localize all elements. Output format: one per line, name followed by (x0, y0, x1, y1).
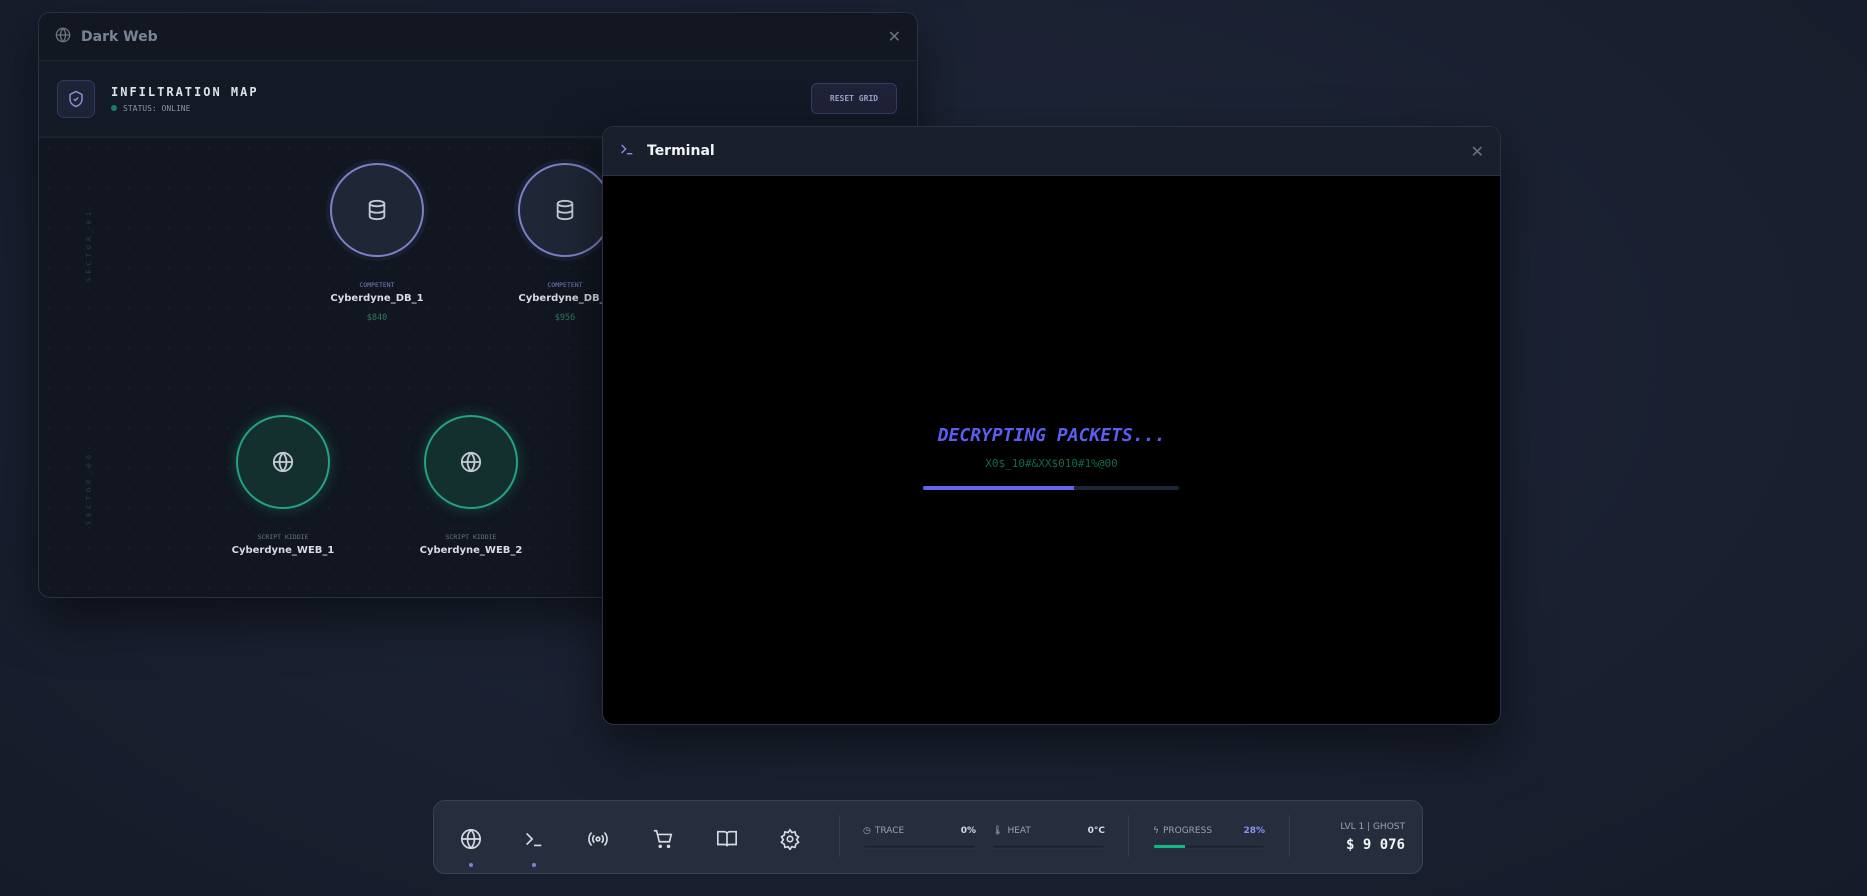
progress-bar (1153, 844, 1265, 849)
globe-icon[interactable] (424, 415, 518, 509)
heat-meter: 🌡︎ HEAT 0°C (992, 826, 1105, 849)
status-dot (111, 105, 117, 111)
decrypt-progress-bar (923, 486, 1179, 490)
heat-value: 0°C (1087, 826, 1105, 836)
trace-meter: ◷ TRACE 0% (863, 826, 976, 849)
progress-meter: ϟ PROGRESS 28% (1153, 826, 1265, 849)
window-header: Dark Web ✕ (39, 13, 917, 61)
node-name: Cyberdyne_WEB_1 (231, 545, 335, 556)
cart-icon[interactable] (649, 825, 677, 853)
broadcast-icon[interactable] (584, 825, 612, 853)
node-price: $840 (366, 313, 388, 323)
node-name: Cyberdyne_WEB_2 (419, 545, 523, 556)
terminal-icon (619, 141, 635, 161)
trace-label: TRACE (874, 826, 905, 836)
settings-icon[interactable] (776, 825, 804, 853)
level-label: LVL 1 | GHOST (1340, 822, 1405, 832)
progress-value: 28% (1243, 826, 1265, 836)
book-icon[interactable] (713, 825, 741, 853)
sector-label: SECTOR_01 (85, 208, 93, 282)
taskbar: ◷ TRACE 0% 🌡︎ HEAT 0°C ϟ PROGRESS 28% LVL 1 | … (433, 800, 1423, 874)
node-cyberdyne-web-2[interactable]: SCRIPT KIDDIE Cyberdyne_WEB_2 (391, 415, 551, 556)
status-indicator: STATUS: ONLINE (111, 104, 259, 113)
terminal-icon[interactable] (520, 825, 548, 853)
shield-icon (57, 79, 95, 118)
thermometer-icon: 🌡︎ (992, 826, 1004, 836)
trace-value: 0% (960, 826, 976, 836)
progress-fill (1154, 845, 1185, 848)
status-text: STATUS: ONLINE (123, 103, 191, 113)
heat-label: HEAT (1007, 826, 1031, 836)
terminal-body: DECRYPTING PACKETS... X0$_10#&XX$010#1%@… (603, 176, 1500, 724)
active-indicator (532, 863, 536, 867)
clock-icon: ◷ (863, 826, 871, 836)
active-indicator (469, 863, 473, 867)
decrypt-noise: X0$_10#&XX$010#1%@00 (985, 457, 1118, 470)
trace-bar (863, 844, 976, 849)
node-tier: SCRIPT KIDDIE (445, 533, 497, 541)
map-title: INFILTRATION MAP (111, 84, 259, 99)
divider (839, 815, 840, 857)
lightning-icon: ϟ (1153, 826, 1159, 836)
divider (1128, 815, 1129, 857)
heat-bar (992, 844, 1105, 849)
globe-icon (55, 27, 71, 47)
progress-label: PROGRESS (1162, 826, 1213, 836)
decrypt-message: DECRYPTING PACKETS... (937, 425, 1166, 446)
database-icon[interactable] (518, 163, 612, 257)
globe-icon[interactable] (457, 825, 485, 853)
node-tier: SCRIPT KIDDIE (257, 533, 309, 541)
money-balance: $ 9 076 (1345, 837, 1405, 853)
globe-icon[interactable] (236, 415, 330, 509)
database-icon[interactable] (330, 163, 424, 257)
close-icon[interactable]: ✕ (888, 27, 901, 46)
sector-label: SECTOR_00 (85, 451, 93, 525)
node-name: Cyberdyne_DB_1 (330, 293, 424, 304)
account-info: LVL 1 | GHOST $ 9 076 (1340, 822, 1405, 853)
node-tier: COMPETENT (359, 281, 395, 289)
close-icon[interactable]: ✕ (1471, 142, 1484, 161)
progress-fill (923, 486, 1075, 490)
window-header: Terminal ✕ (603, 127, 1500, 176)
reset-grid-button[interactable]: RESET GRID (811, 83, 897, 114)
terminal-window: Terminal ✕ DECRYPTING PACKETS... X0$_10#… (602, 126, 1501, 725)
window-title: Terminal (647, 143, 715, 159)
node-cyberdyne-db-1[interactable]: COMPETENT Cyberdyne_DB_1 $840 (297, 163, 457, 323)
window-title: Dark Web (81, 28, 158, 45)
divider (1289, 815, 1290, 857)
node-cyberdyne-web-1[interactable]: SCRIPT KIDDIE Cyberdyne_WEB_1 (203, 415, 363, 556)
